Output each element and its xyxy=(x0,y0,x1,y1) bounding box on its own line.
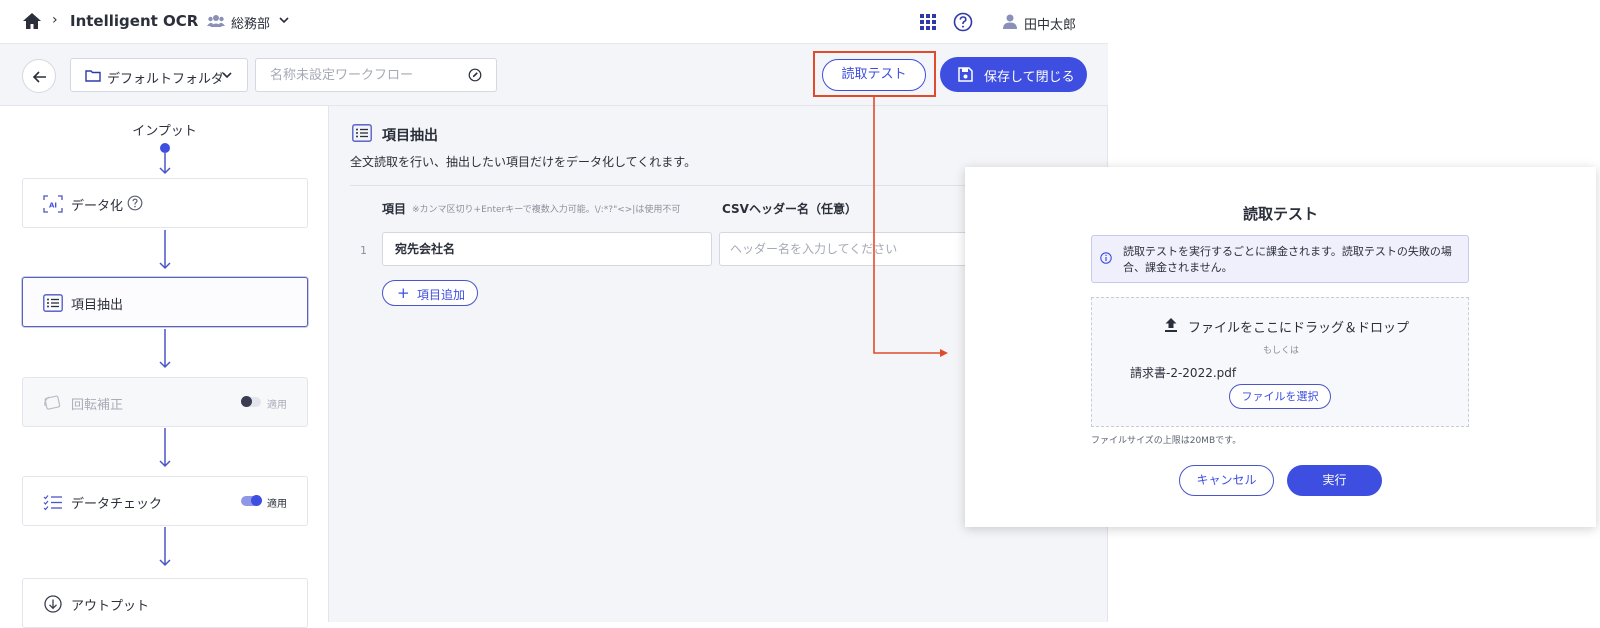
selected-file-name: 請求書-2-2022.pdf xyxy=(1130,366,1237,380)
dialog-title: 読取テスト xyxy=(1242,205,1318,223)
read-test-dialog: 読取テスト 読取テストを実行するごとに課金されます。読取テストの失敗の場合、課金… xyxy=(965,167,1596,527)
billing-info-text: 読取テストを実行するごとに課金されます。読取テストの失敗の場合、課金されません。 xyxy=(1123,245,1452,274)
run-button[interactable]: 実行 xyxy=(1287,465,1382,496)
billing-info-notice: 読取テストを実行するごとに課金されます。読取テストの失敗の場合、課金されません。 xyxy=(1091,235,1469,283)
cancel-button[interactable]: キャンセル xyxy=(1179,465,1274,496)
select-file-button[interactable]: ファイルを選択 xyxy=(1229,384,1331,409)
drop-zone-text: ファイルをここにドラッグ＆ドロップ xyxy=(1188,321,1410,336)
file-size-limit-text: ファイルサイズの上限は20MBです。 xyxy=(1091,436,1242,446)
file-drop-zone[interactable]: ファイルをここにドラッグ＆ドロップ もしくは 請求書-2-2022.pdf ファ… xyxy=(1091,297,1469,427)
info-icon xyxy=(1100,252,1112,264)
upload-icon xyxy=(1165,318,1177,332)
or-text: もしくは xyxy=(1262,346,1299,356)
